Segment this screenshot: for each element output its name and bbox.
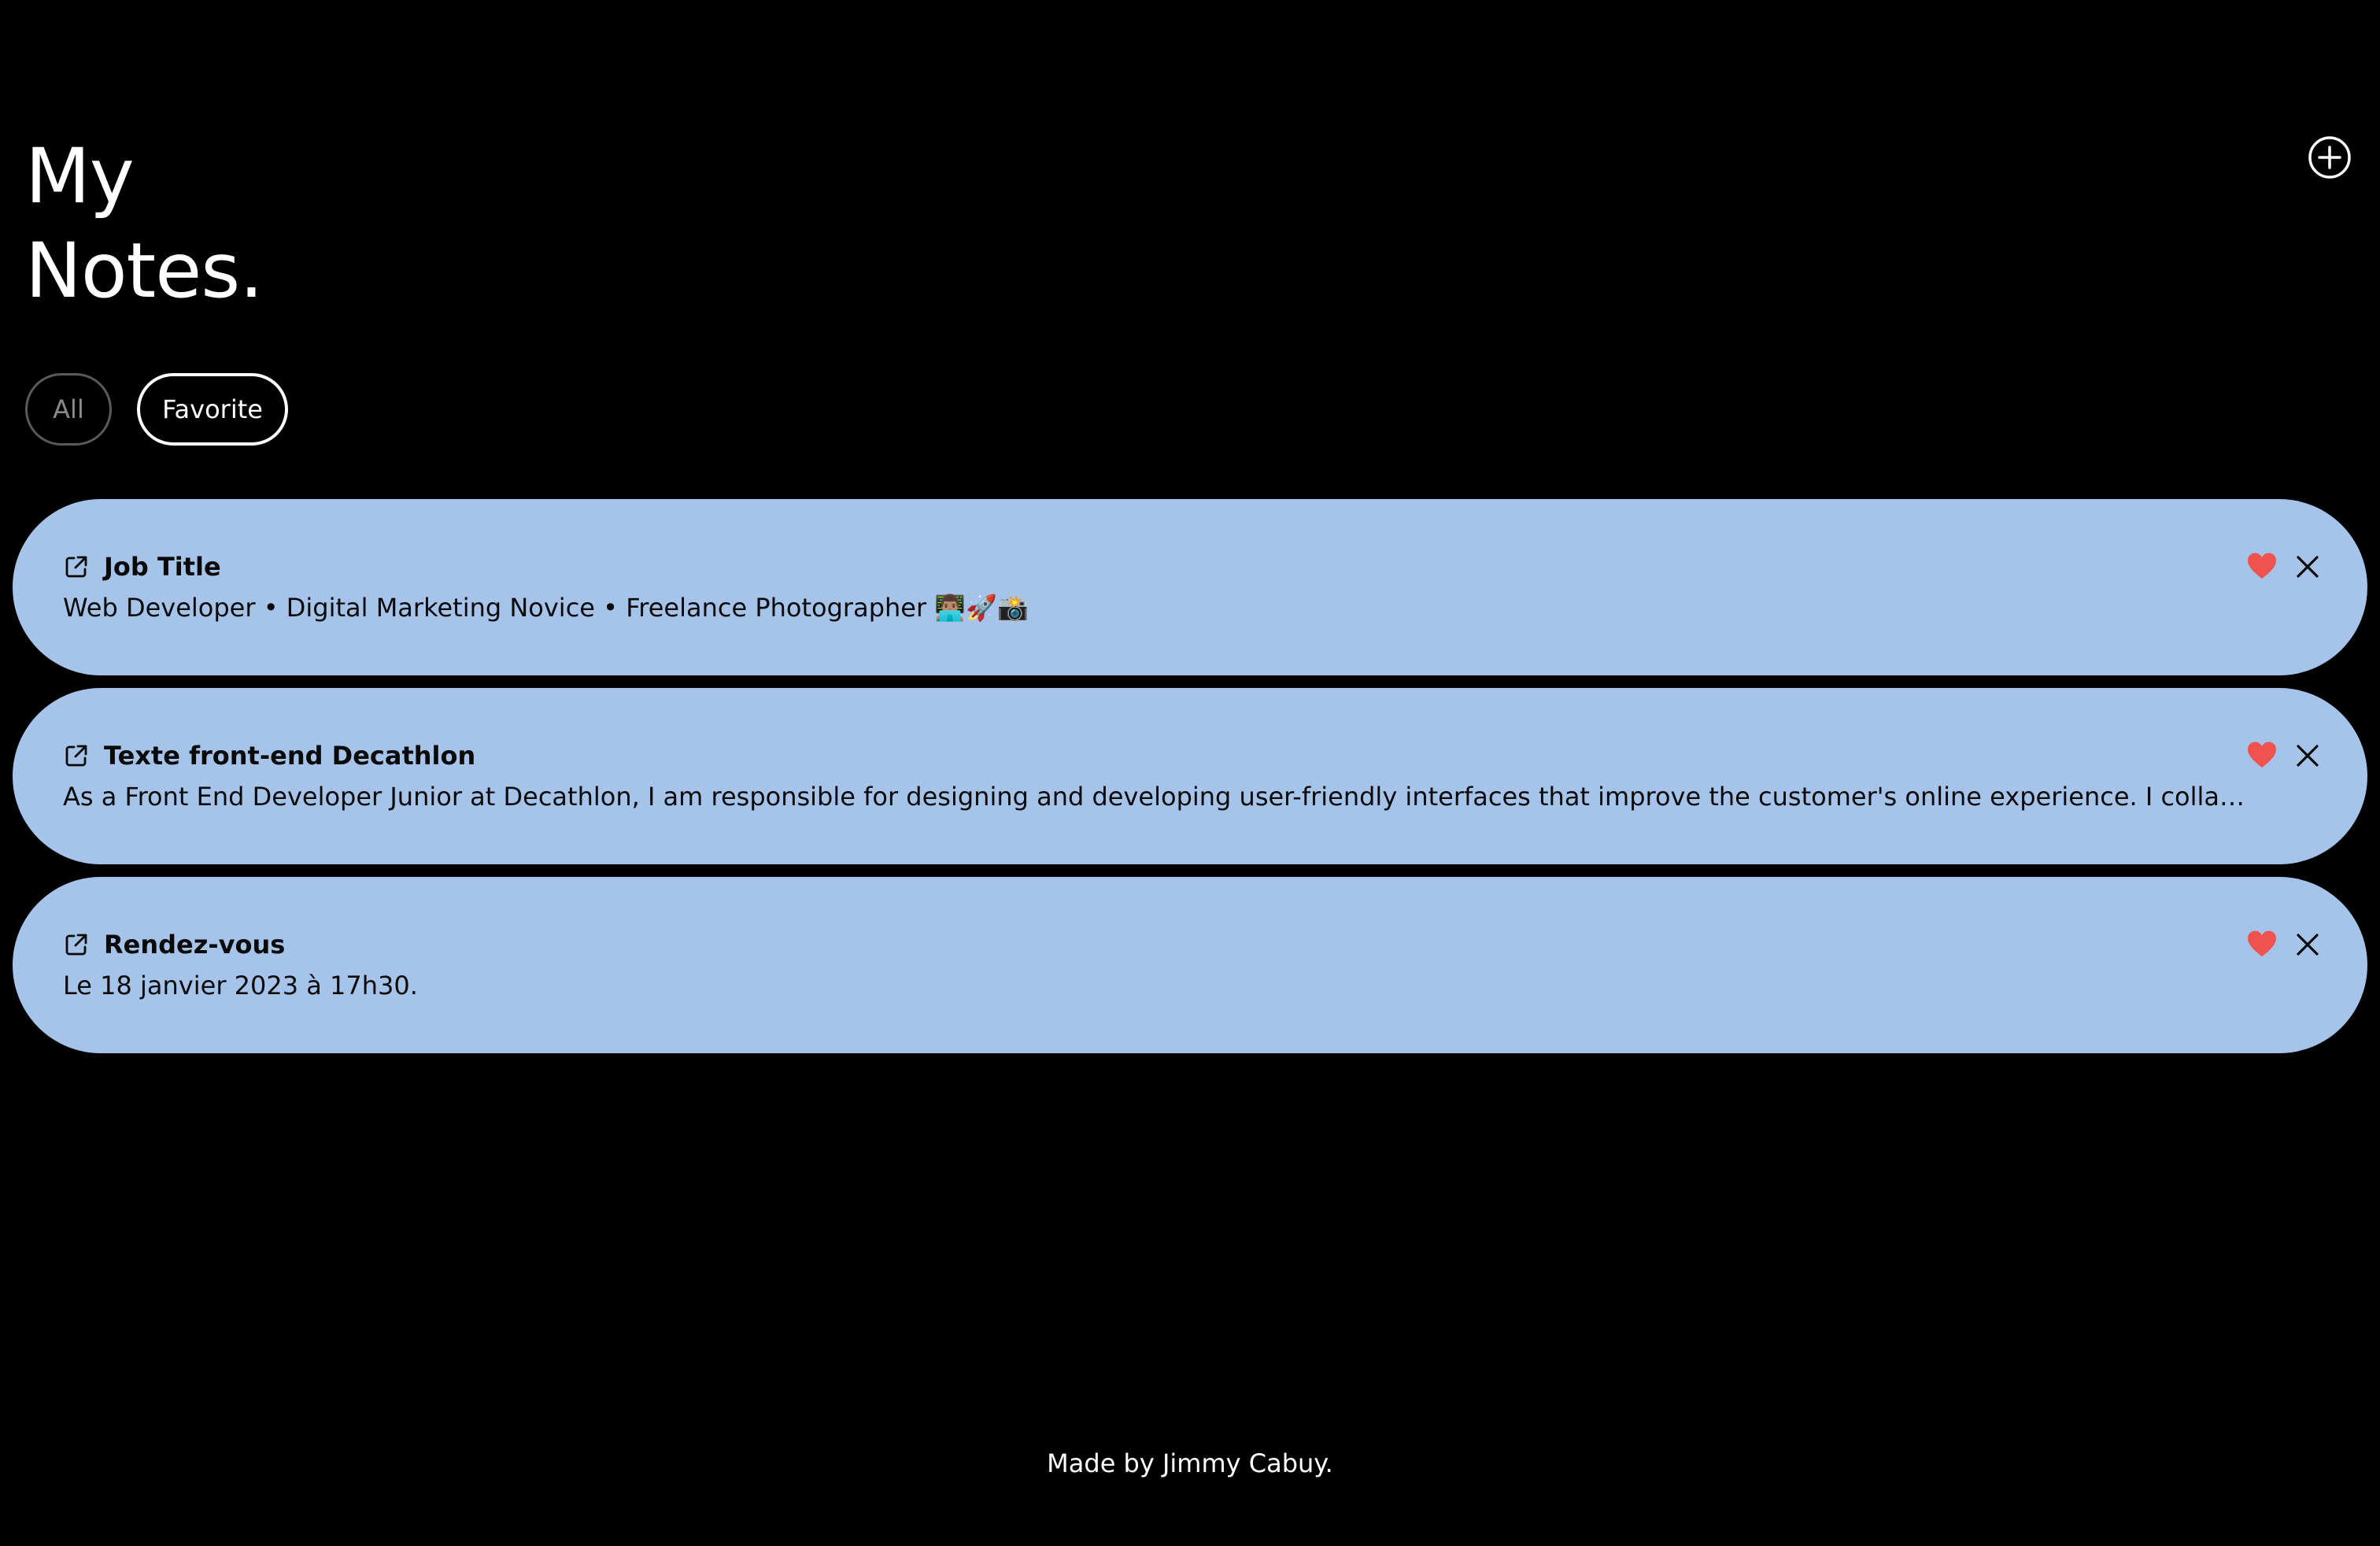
heart-icon[interactable] [2246,740,2278,771]
external-link-icon[interactable] [63,931,90,958]
note-header: Texte front-end Decathlon [63,740,2249,771]
close-icon[interactable] [2292,551,2323,583]
note-title: Texte front-end Decathlon [104,741,476,771]
note-header: Rendez-vous [63,929,2249,960]
page-title-line-1: My [25,132,135,220]
note-body: Web Developer • Digital Marketing Novice… [63,593,1029,623]
note-card[interactable]: Job Title Web Developer • Digital Market… [13,499,2367,675]
note-body: As a Front End Developer Junior at Decat… [63,782,2249,812]
page-title: My Notes. [25,129,264,318]
heart-icon[interactable] [2246,929,2278,960]
filter-all-button[interactable]: All [25,373,112,446]
notes-list: Job Title Web Developer • Digital Market… [13,499,2367,1066]
close-icon[interactable] [2292,740,2323,771]
footer-credit: Made by Jimmy Cabuy. [1047,1448,1333,1478]
external-link-icon[interactable] [63,553,90,580]
close-icon[interactable] [2292,929,2323,960]
note-title: Rendez-vous [104,930,286,960]
note-actions [2246,551,2323,583]
note-body: Le 18 janvier 2023 à 17h30. [63,971,418,1000]
note-actions [2246,740,2323,771]
note-title: Job Title [104,552,221,582]
note-actions [2246,929,2323,960]
note-card[interactable]: Texte front-end Decathlon As a Front End… [13,688,2367,864]
plus-circle-icon [2308,136,2351,179]
filter-bar: All Favorite [25,373,288,446]
external-link-icon[interactable] [63,742,90,769]
add-note-button[interactable] [2308,135,2352,179]
page-title-line-2: Notes. [25,227,264,315]
note-card[interactable]: Rendez-vous Le 18 janvier 2023 à 17h30. [13,877,2367,1053]
heart-icon[interactable] [2246,551,2278,583]
filter-favorite-button[interactable]: Favorite [137,373,288,446]
note-header: Job Title [63,551,2249,583]
